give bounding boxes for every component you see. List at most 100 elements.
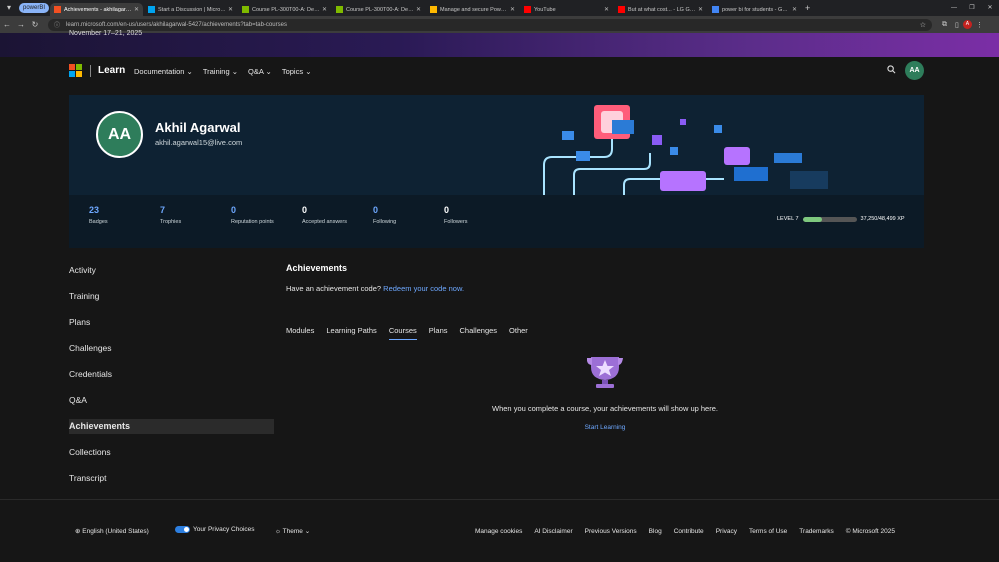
close-window-icon[interactable]: ✕ bbox=[981, 0, 999, 16]
sidebar-item-challenges[interactable]: Challenges bbox=[69, 341, 274, 356]
stat-value: 0 bbox=[231, 205, 237, 215]
tab-close-icon[interactable]: ✕ bbox=[510, 6, 515, 13]
main-nav: Documentation ⌄ Training ⌄ Q&A ⌄ Topics … bbox=[134, 67, 311, 76]
nav-documentation[interactable]: Documentation ⌄ bbox=[134, 67, 193, 76]
sidebar-item-training[interactable]: Training bbox=[69, 289, 274, 304]
sidebar-item-achievements[interactable]: Achievements bbox=[69, 419, 274, 434]
theme-selector[interactable]: ☼ Theme ⌄ bbox=[275, 527, 310, 535]
profile-stat[interactable]: 0 Following bbox=[373, 205, 444, 226]
event-date: November 17–21, 2025 bbox=[69, 30, 143, 37]
sidebar-icon[interactable]: ▯ bbox=[955, 21, 959, 29]
locale-label: English (United States) bbox=[82, 528, 149, 535]
sidebar-item-activity[interactable]: Activity bbox=[69, 263, 274, 278]
learn-brand-link[interactable]: Learn bbox=[98, 65, 125, 76]
theme-label: Theme bbox=[282, 528, 303, 535]
footer-link[interactable]: AI Disclaimer bbox=[534, 528, 572, 535]
tab-close-icon[interactable]: ✕ bbox=[792, 6, 797, 13]
footer-link[interactable]: Trademarks bbox=[799, 528, 833, 535]
tab-learning-paths[interactable]: Learning Paths bbox=[326, 326, 376, 340]
browser-tab[interactable]: Course PL-300T00-A: Design a...✕ bbox=[238, 3, 331, 16]
tab-favicon-icon bbox=[430, 6, 438, 13]
user-avatar[interactable]: AA bbox=[905, 61, 924, 80]
tab-title: Course PL-300T00-A: Design a... bbox=[346, 6, 414, 13]
back-icon[interactable]: ← bbox=[0, 20, 14, 29]
browser-tab[interactable]: power bi for students - Google...✕ bbox=[708, 3, 801, 16]
footer-link[interactable]: Blog bbox=[649, 528, 662, 535]
browser-tabs: Achievements - akhilagarwal-5...✕Start a… bbox=[49, 0, 801, 16]
browser-tab[interactable]: But at what cost... - LG G07 - Yo...✕ bbox=[614, 3, 707, 16]
site-info-icon[interactable]: ⓘ bbox=[54, 20, 62, 29]
footer-link[interactable]: © Microsoft 2025 bbox=[846, 528, 895, 535]
reload-icon[interactable]: ↻ bbox=[28, 20, 42, 29]
search-icon[interactable] bbox=[887, 65, 896, 76]
tab-favicon-icon bbox=[524, 6, 532, 13]
tab-plans[interactable]: Plans bbox=[429, 326, 448, 340]
start-learning-link[interactable]: Start Learning bbox=[286, 424, 924, 431]
tab-close-icon[interactable]: ✕ bbox=[416, 6, 421, 13]
tab-courses[interactable]: Courses bbox=[388, 326, 417, 340]
xp-text: 37,250/48,499 XP bbox=[860, 216, 905, 222]
profile-stat[interactable]: 7 Trophies bbox=[160, 205, 231, 226]
locale-selector[interactable]: ⊕ English (United States) bbox=[75, 527, 149, 535]
extensions-icon[interactable]: ⧉ bbox=[942, 21, 947, 29]
sidebar-item-credentials[interactable]: Credentials bbox=[69, 367, 274, 382]
sidebar-item-plans[interactable]: Plans bbox=[69, 315, 274, 330]
tab-challenges[interactable]: Challenges bbox=[460, 326, 498, 340]
bookmark-star-icon[interactable]: ☆ bbox=[920, 21, 926, 29]
tab-title: Start a Discussion | Microsoft... bbox=[158, 6, 226, 13]
forward-icon[interactable]: → bbox=[14, 20, 28, 29]
sidebar-item-q-a[interactable]: Q&A bbox=[69, 393, 274, 408]
browser-tab[interactable]: Manage and secure Power BI -...✕ bbox=[426, 3, 519, 16]
microsoft-logo[interactable] bbox=[69, 64, 82, 77]
tab-search-icon[interactable]: ▾ bbox=[3, 2, 15, 14]
browser-menu-icon[interactable]: ⋮ bbox=[976, 21, 983, 29]
profile-stats: 23 Badges 7 Trophies 0 Reputation points 0 Acce… bbox=[89, 205, 515, 226]
tab-title: Manage and secure Power BI -... bbox=[440, 6, 508, 13]
footer-link[interactable]: Previous Versions bbox=[585, 528, 637, 535]
profile-stat[interactable]: 0 Followers bbox=[444, 205, 515, 226]
tab-close-icon[interactable]: ✕ bbox=[228, 6, 233, 13]
privacy-toggle-icon bbox=[175, 526, 190, 533]
profile-stat[interactable]: 0 Reputation points bbox=[231, 205, 302, 226]
stat-value: 23 bbox=[89, 205, 100, 215]
footer-link[interactable]: Privacy bbox=[716, 528, 737, 535]
browser-tab[interactable]: YouTube ✕ bbox=[520, 3, 613, 16]
xp-progress-bar bbox=[802, 216, 857, 222]
tab-modules[interactable]: Modules bbox=[286, 326, 314, 340]
level-label: LEVEL 7 bbox=[777, 216, 799, 222]
new-tab-icon[interactable]: + bbox=[805, 3, 810, 13]
address-bar[interactable]: ⓘ learn.microsoft.com/en-us/users/akhila… bbox=[48, 18, 932, 31]
tab-group-chip[interactable]: powerBI bbox=[19, 3, 50, 13]
footer-link[interactable]: Manage cookies bbox=[475, 528, 522, 535]
tab-close-icon[interactable]: ✕ bbox=[698, 6, 703, 13]
nav-topics[interactable]: Topics ⌄ bbox=[282, 67, 312, 76]
profile-sidebar: Activity Training Plans Challenges Credentia… bbox=[69, 263, 274, 497]
profile-card: AA Akhil Agarwal akhil.agarwal15@live.co… bbox=[69, 95, 924, 248]
tab-close-icon[interactable]: ✕ bbox=[322, 6, 327, 13]
maximize-icon[interactable]: ❐ bbox=[963, 0, 981, 16]
nav-training[interactable]: Training ⌄ bbox=[203, 67, 238, 76]
tab-close-icon[interactable]: ✕ bbox=[134, 6, 139, 13]
tab-other[interactable]: Other bbox=[509, 326, 528, 340]
event-banner[interactable]: November 17–21, 2025 bbox=[0, 30, 999, 57]
footer-link[interactable]: Terms of Use bbox=[749, 528, 787, 535]
tab-favicon-icon bbox=[148, 6, 156, 13]
minimize-icon[interactable]: — bbox=[945, 0, 963, 16]
browser-toolbar: ← → ↻ ⓘ learn.microsoft.com/en-us/users/… bbox=[0, 16, 999, 33]
redeem-code-link[interactable]: Redeem your code now. bbox=[383, 284, 464, 293]
browser-tab[interactable]: Start a Discussion | Microsoft...✕ bbox=[144, 3, 237, 16]
profile-name: Akhil Agarwal bbox=[155, 120, 241, 135]
privacy-choices-link[interactable]: Your Privacy Choices bbox=[175, 526, 255, 533]
tab-close-icon[interactable]: ✕ bbox=[604, 6, 609, 13]
site-header: Learn Documentation ⌄ Training ⌄ Q&A ⌄ T… bbox=[0, 57, 999, 84]
profile-stat[interactable]: 23 Badges bbox=[89, 205, 160, 226]
browser-profile-avatar[interactable]: A bbox=[962, 20, 972, 29]
footer-link[interactable]: Contribute bbox=[674, 528, 704, 535]
nav-qa[interactable]: Q&A ⌄ bbox=[248, 67, 272, 76]
sidebar-item-collections[interactable]: Collections bbox=[69, 445, 274, 460]
sidebar-item-transcript[interactable]: Transcript bbox=[69, 471, 274, 486]
profile-stat[interactable]: 0 Accepted answers bbox=[302, 205, 373, 226]
browser-tab[interactable]: Course PL-300T00-A: Design a...✕ bbox=[332, 3, 425, 16]
tab-title: Course PL-300T00-A: Design a... bbox=[252, 6, 320, 13]
browser-tab[interactable]: Achievements - akhilagarwal-5...✕ bbox=[50, 3, 144, 16]
